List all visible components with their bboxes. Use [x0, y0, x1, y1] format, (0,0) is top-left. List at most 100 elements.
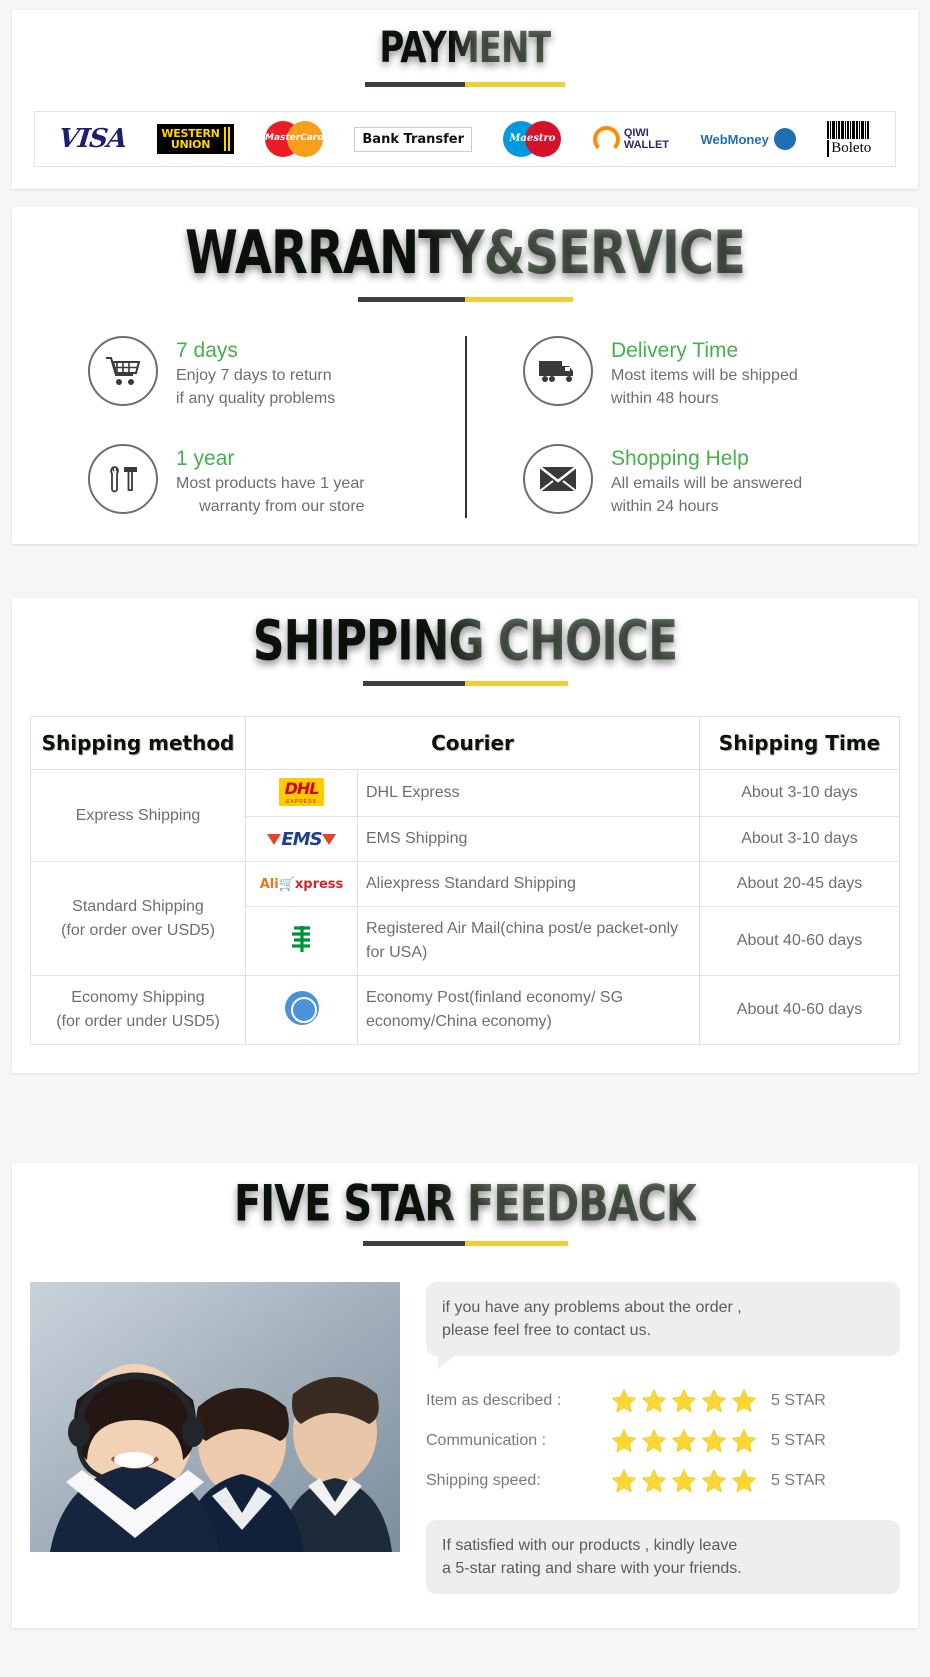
column-shipping-time: Shipping Time — [699, 716, 900, 770]
method-name: Standard Shipping — [72, 897, 204, 915]
rating-value: 5 STAR — [771, 1472, 826, 1489]
feature-shopping-help: Shopping Help All emails will be answere… — [487, 444, 896, 518]
warranty-features: 7 days Enjoy 7 days to return if any qua… — [34, 336, 896, 518]
shipping-table: Shipping method Courier Shipping Time Ex… — [30, 716, 900, 1045]
feature-line-2: within 24 hours — [611, 498, 719, 515]
maestro-label: Maestro — [509, 133, 556, 144]
rating-row-communication: Communication : 5 STAR — [426, 1428, 900, 1454]
star-icon — [731, 1428, 757, 1454]
ratings-list: Item as described : 5 STAR Communication… — [426, 1388, 900, 1494]
feature-line-1: Most items will be shipped — [611, 367, 798, 384]
ems-logo: EMS — [267, 829, 336, 850]
shipping-section: SHIPPING CHOICE Shipping method Courier … — [12, 598, 918, 1073]
rating-label: Item as described : — [426, 1392, 562, 1409]
cell-shipping-time: About 3-10 days — [699, 816, 900, 862]
feedback-body: if you have any problems about the order… — [30, 1282, 900, 1594]
qiwi-line1: QIWI — [623, 127, 649, 139]
star-icon — [731, 1388, 757, 1414]
payment-methods-strip: VISA WESTERN UNION MasterCard Bank Trans… — [34, 111, 896, 167]
shopping-cart-icon — [88, 336, 158, 406]
feature-text: Shopping Help All emails will be answere… — [611, 444, 802, 518]
boleto-barcode-icon — [827, 121, 870, 139]
bank-transfer-logo: Bank Transfer — [354, 117, 472, 161]
contact-bubble: if you have any problems about the order… — [426, 1282, 900, 1369]
rule-dark-half — [357, 297, 465, 302]
shipping-heading: SHIPPING CHOICE — [30, 610, 900, 686]
star-icon — [611, 1428, 637, 1454]
qiwi-ring-icon — [592, 125, 620, 153]
seller-info-page: PAYMENT VISA WESTERN UNION MasterCard Ba… — [0, 10, 930, 1677]
rule-dark-half — [365, 82, 465, 87]
cell-courier-name: EMS Shipping — [357, 816, 700, 862]
delivery-truck-icon — [523, 336, 593, 406]
table-header-row: Shipping method Courier Shipping Time — [30, 716, 900, 770]
cell-shipping-time: About 40-60 days — [699, 975, 900, 1045]
feature-text: Delivery Time Most items will be shipped… — [611, 336, 798, 410]
rule-dark-half — [362, 1241, 465, 1246]
star-icon — [611, 1388, 637, 1414]
warranty-features-left: 7 days Enjoy 7 days to return if any qua… — [34, 336, 465, 518]
rating-row-item-as-described: Item as described : 5 STAR — [426, 1388, 900, 1414]
cell-courier-logo: DHL EXPRESS — [245, 769, 358, 817]
western-union-logo: WESTERN UNION — [157, 117, 234, 161]
cell-method: Express Shipping — [30, 769, 246, 862]
feedback-right-column: if you have any problems about the order… — [400, 1282, 900, 1594]
warranty-title: WARRANTY&SERVICE — [185, 218, 746, 288]
feature-title: Delivery Time — [611, 339, 739, 362]
feature-title: 7 days — [176, 339, 238, 362]
heading-rule — [362, 1241, 568, 1246]
feature-text: 1 year Most products have 1 year warrant… — [176, 444, 365, 518]
china-post-logo — [291, 925, 310, 952]
cell-courier-logo — [245, 975, 358, 1045]
method-name: Express Shipping — [75, 806, 201, 824]
rule-dark-half — [362, 681, 465, 686]
rating-request-line-1: If satisfied with our products , kindly … — [442, 1537, 738, 1554]
cell-courier-name: Economy Post(finland economy/ SG economy… — [357, 975, 700, 1045]
bank-transfer-label: Bank Transfer — [354, 126, 472, 152]
rule-gold-half — [465, 681, 568, 686]
rule-gold-half — [465, 297, 573, 302]
method-name: Economy Shipping — [71, 989, 205, 1006]
star-rating-icons — [611, 1468, 761, 1494]
star-icon — [671, 1428, 697, 1454]
method-sub: (for order over USD5) — [61, 921, 215, 939]
western-union-line2: UNION — [170, 138, 211, 151]
star-icon — [701, 1388, 727, 1414]
table-row: Standard Shipping (for order over USD5) … — [30, 861, 900, 976]
feature-line-1: Enjoy 7 days to return — [176, 367, 332, 384]
feature-1-year: 1 year Most products have 1 year warrant… — [34, 444, 465, 518]
cell-courier-logo: Ali🛒xpress — [245, 861, 358, 907]
cell-courier-logo: EMS — [245, 816, 358, 862]
western-union-bars — [222, 127, 230, 151]
webmoney-label: WebMoney — [700, 131, 769, 147]
column-courier: Courier — [245, 716, 700, 770]
feature-title: Shopping Help — [611, 447, 749, 470]
feature-line-1: All emails will be answered — [611, 475, 803, 492]
star-icon — [671, 1468, 697, 1494]
un-post-logo — [284, 990, 319, 1025]
contact-bubble-line-1: if you have any problems about the order… — [442, 1299, 742, 1316]
rating-label: Communication : — [426, 1432, 547, 1449]
boleto-label: Boleto — [827, 140, 871, 157]
star-icon — [731, 1468, 757, 1494]
maestro-logo: Maestro — [503, 117, 562, 161]
mastercard-logo: MasterCard — [264, 117, 324, 161]
cell-shipping-time: About 40-60 days — [699, 906, 900, 976]
visa-logo: VISA — [57, 117, 127, 161]
feedback-section: FIVE STAR FEEDBACK if you have any probl… — [12, 1163, 918, 1628]
rating-value: 5 STAR — [771, 1392, 826, 1409]
feature-line-2: if any quality problems — [176, 390, 336, 407]
feedback-title: FIVE STAR FEEDBACK — [233, 1175, 697, 1233]
star-icon — [641, 1428, 667, 1454]
warranty-heading: WARRANTY&SERVICE — [34, 218, 896, 302]
column-shipping-method: Shipping method — [30, 716, 246, 770]
feature-title: 1 year — [176, 447, 235, 470]
dhl-logo: DHL EXPRESS — [278, 778, 325, 806]
aliexpress-logo: Ali🛒xpress — [259, 877, 344, 892]
heading-rule — [362, 681, 568, 686]
rating-row-shipping-speed: Shipping speed: 5 STAR — [426, 1468, 900, 1494]
star-icon — [701, 1468, 727, 1494]
warranty-features-right: Delivery Time Most items will be shipped… — [465, 336, 896, 518]
cell-method: Economy Shipping (for order under USD5) — [30, 975, 246, 1045]
table-row: Express Shipping DHL EXPRESS DHL Express … — [30, 769, 900, 862]
